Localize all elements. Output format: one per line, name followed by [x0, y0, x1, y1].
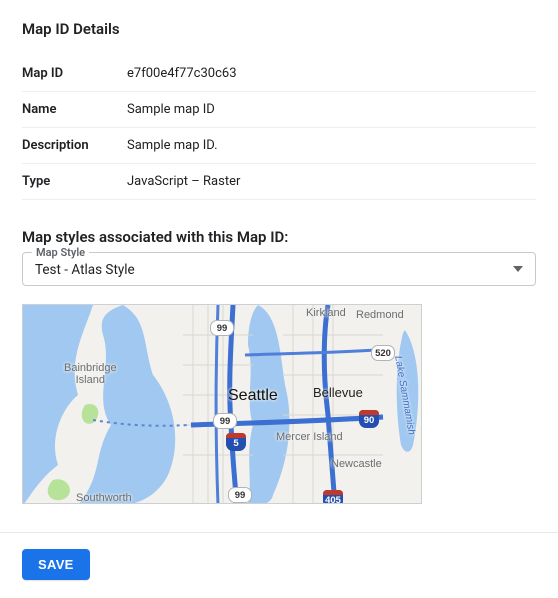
label-description: Description — [22, 138, 127, 153]
map-style-select-value: Test - Atlas Style — [35, 261, 523, 279]
label-type: Type — [22, 174, 127, 189]
map-preview: Seattle Kirkland Redmond Bellevue Mercer… — [22, 304, 422, 504]
shield-wa99-a: 99 — [210, 320, 234, 336]
value-map-id: e7f00e4f77c30c63 — [127, 66, 237, 81]
shield-wa99-c: 99 — [228, 487, 252, 503]
map-label-seattle: Seattle — [228, 387, 278, 405]
value-name: Sample map ID — [127, 102, 215, 117]
shield-i5: 5 — [226, 433, 246, 451]
save-button[interactable]: SAVE — [22, 549, 90, 580]
row-type: Type JavaScript – Raster — [22, 164, 536, 200]
map-label-kirkland: Kirkland — [306, 307, 346, 319]
value-type: JavaScript – Raster — [127, 174, 240, 189]
map-label-bellevue: Bellevue — [313, 385, 363, 400]
map-label-bainbridge: Bainbridge Island — [64, 362, 117, 386]
shield-wa520: 520 — [371, 345, 395, 361]
section-title-details: Map ID Details — [22, 20, 536, 38]
shield-i405: 405 — [323, 490, 343, 504]
row-description: Description Sample map ID. — [22, 128, 536, 164]
map-label-redmond: Redmond — [356, 309, 404, 321]
section-title-styles: Map styles associated with this Map ID: — [22, 228, 536, 246]
map-label-mercer: Mercer Island — [276, 431, 343, 443]
row-name: Name Sample map ID — [22, 92, 536, 128]
shield-wa99-b: 99 — [213, 413, 237, 429]
map-label-southworth: Southworth — [76, 492, 132, 504]
label-name: Name — [22, 102, 127, 117]
shield-i90: 90 — [359, 410, 379, 428]
row-map-id: Map ID e7f00e4f77c30c63 — [22, 56, 536, 92]
map-style-select[interactable]: Map Style Test - Atlas Style — [22, 252, 536, 286]
value-description: Sample map ID. — [127, 138, 218, 153]
map-style-select-label: Map Style — [32, 246, 89, 259]
footer-bar: SAVE — [0, 532, 558, 598]
label-map-id: Map ID — [22, 66, 127, 81]
map-label-newcastle: Newcastle — [331, 458, 382, 470]
